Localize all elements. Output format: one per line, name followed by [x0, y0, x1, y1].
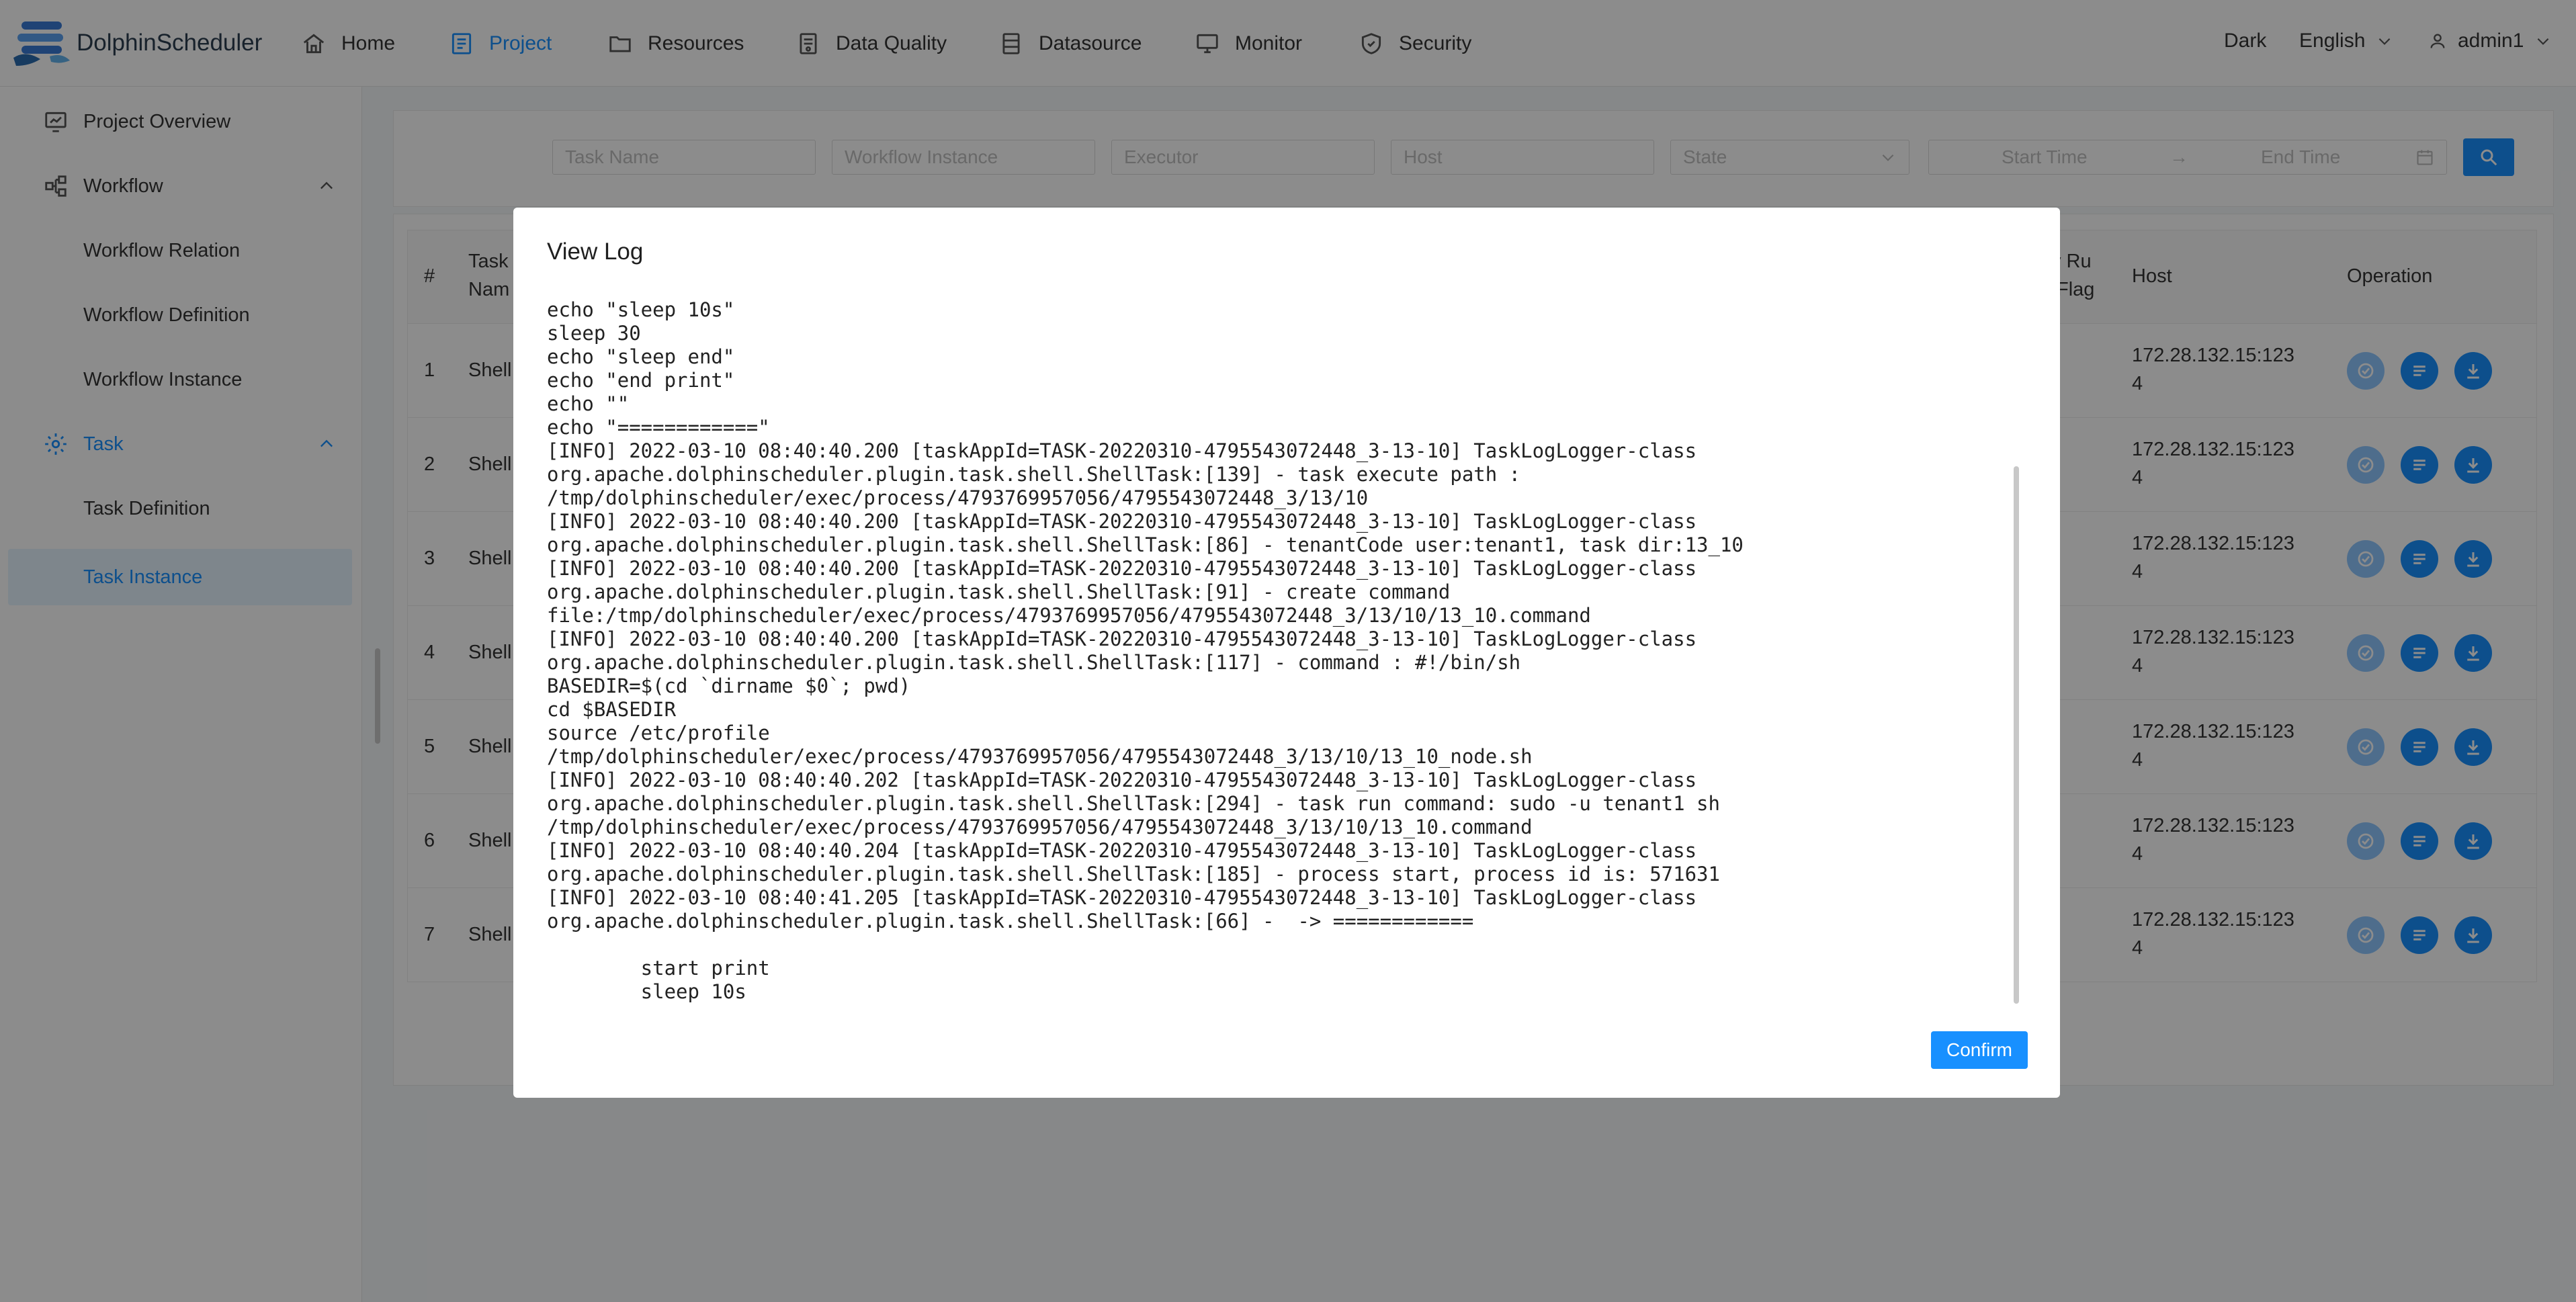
log-content: echo "sleep 10s" sleep 30 echo "sleep en… — [547, 298, 1744, 1003]
log-scrollbar[interactable] — [2014, 466, 2019, 1004]
modal-title: View Log — [547, 238, 644, 265]
confirm-button[interactable]: Confirm — [1931, 1031, 2028, 1069]
view-log-modal: View Log echo "sleep 10s" sleep 30 echo … — [513, 208, 2060, 1098]
